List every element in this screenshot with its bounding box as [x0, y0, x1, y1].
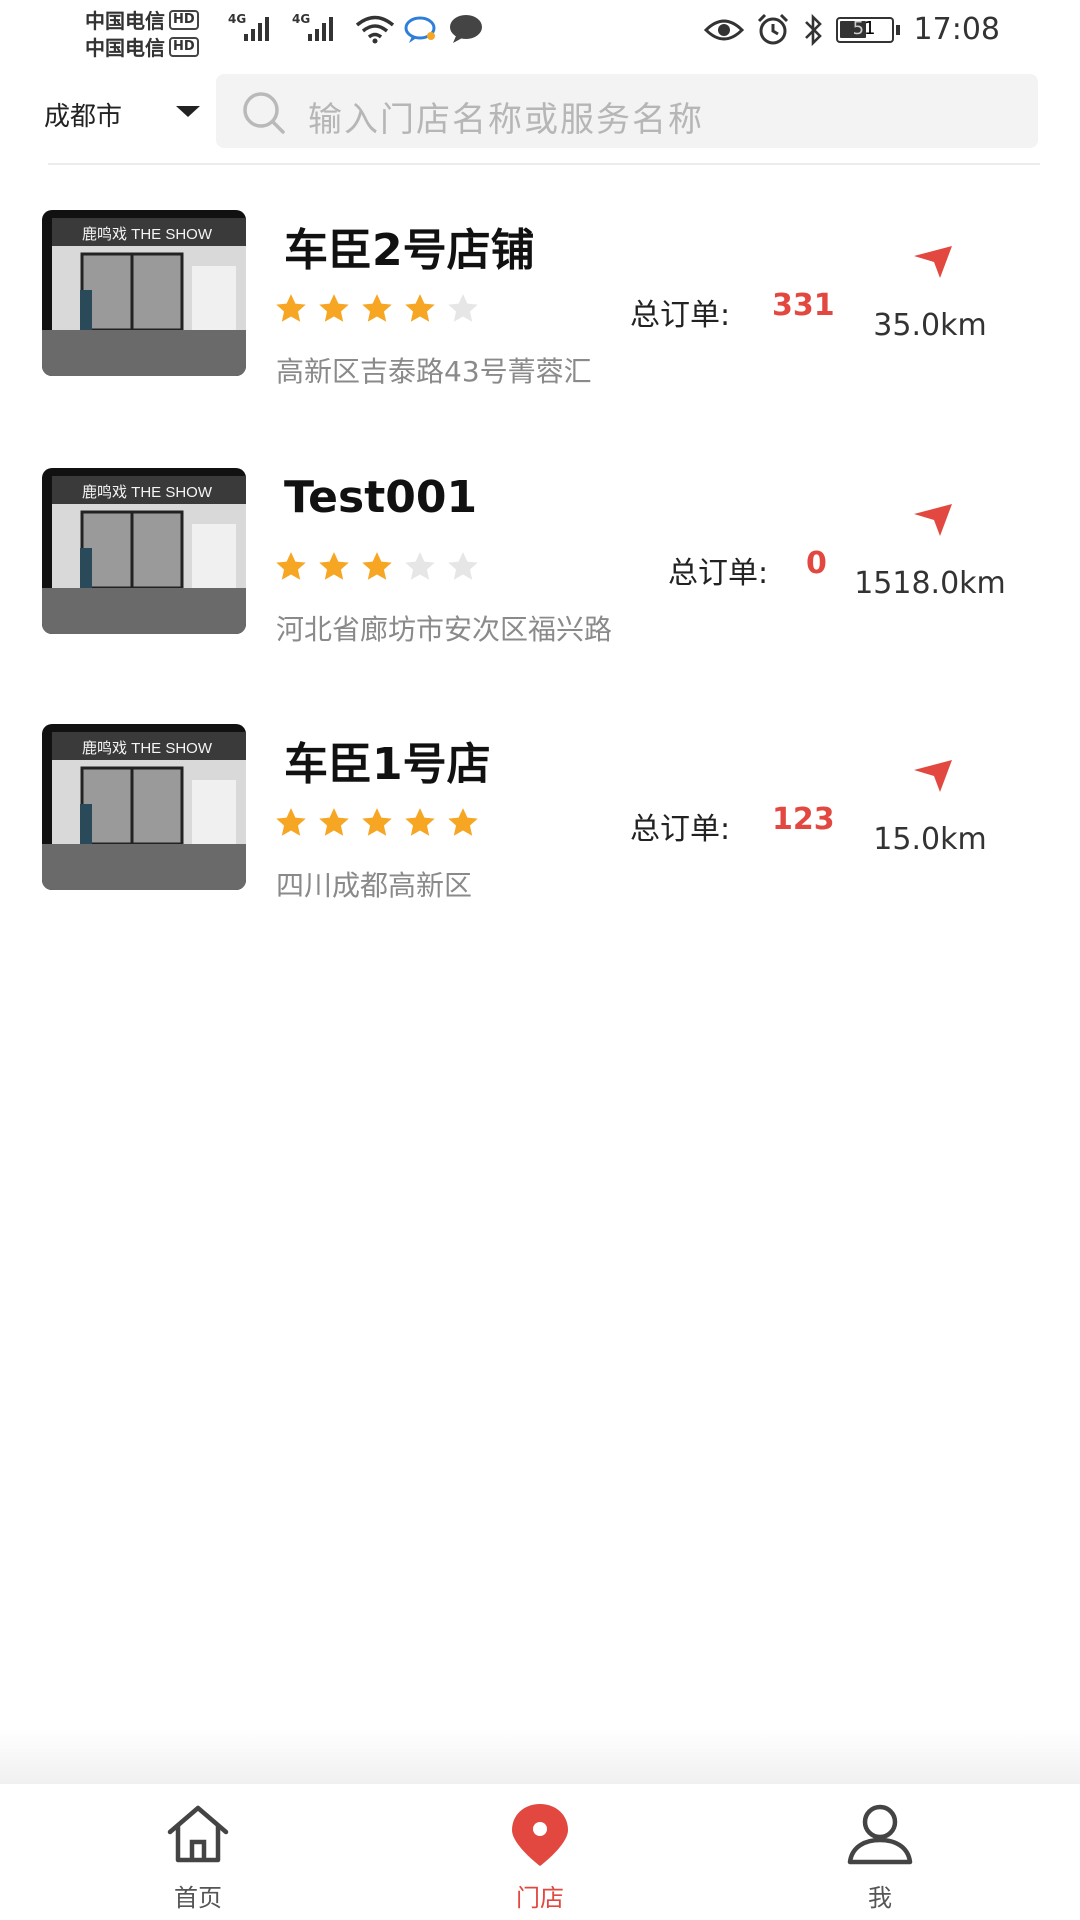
- star-filled-icon: [362, 808, 392, 836]
- store-address: 高新区吉泰路43号菁蓉汇: [276, 355, 592, 388]
- signal-bars-icon: [308, 17, 333, 41]
- tab-label: 我: [868, 1884, 892, 1912]
- search-icon: [243, 92, 285, 134]
- distance: 1518.0km: [854, 566, 1006, 601]
- store-name: 车臣2号店铺: [284, 225, 535, 276]
- star-filled-icon: [276, 552, 306, 580]
- star-rating: [274, 806, 480, 840]
- alarm-icon: [757, 13, 788, 44]
- bottom-tab-bar: 首页 门店 我: [0, 1784, 1080, 1920]
- tab-label: 门店: [516, 1884, 564, 1912]
- star-filled-icon: [448, 808, 478, 836]
- order-label: 总订单:: [630, 298, 731, 333]
- store-list-page: 中国电信 HD 中国电信 HD 4G 4G 51 17:08 成都市 输入门店名…: [0, 0, 1080, 1920]
- navigation-arrow-icon[interactable]: [912, 758, 954, 794]
- thumb-sign: 鹿鸣戏 THE SHOW: [82, 226, 213, 243]
- star-filled-icon: [362, 552, 392, 580]
- hd-badge-1: HD: [169, 9, 199, 30]
- store-thumbnail: 鹿鸣戏 THE SHOW: [42, 468, 246, 634]
- user-icon: [847, 1804, 913, 1865]
- battery-icon: 51: [835, 16, 900, 43]
- store-name: 车臣1号店: [284, 739, 491, 790]
- star-filled-icon: [362, 294, 392, 322]
- star-empty-icon: [405, 552, 435, 580]
- tab-label: 首页: [174, 1884, 222, 1912]
- navigation-arrow-icon[interactable]: [912, 502, 954, 538]
- store-name: Test001: [284, 472, 478, 523]
- thumb-sign: 鹿鸣戏 THE SHOW: [82, 740, 213, 757]
- bluetooth-icon: [804, 13, 822, 46]
- chat-bubble-icon: [404, 16, 436, 43]
- carrier-name-1: 中国电信: [85, 9, 165, 33]
- store-item[interactable]: 鹿鸣戏 THE SHOW 车臣1号店 总订单: 123 15.0km 四川成都高…: [0, 724, 1080, 924]
- distance: 15.0km: [873, 822, 987, 857]
- store-thumbnail: 鹿鸣戏 THE SHOW: [42, 724, 246, 890]
- search-placeholder: 输入门店名称或服务名称: [308, 100, 704, 140]
- status-right-icons: 51 17:08: [703, 12, 1000, 47]
- star-empty-icon: [448, 294, 478, 322]
- star-filled-icon: [405, 808, 435, 836]
- eye-icon: [703, 19, 744, 40]
- store-item[interactable]: 鹿鸣戏 THE SHOW Test001 总订单: 0 1518.0km 河北省…: [0, 468, 1080, 668]
- tab-stores[interactable]: 门店: [440, 1784, 640, 1920]
- star-filled-icon: [319, 552, 349, 580]
- search-input[interactable]: 输入门店名称或服务名称: [216, 74, 1038, 148]
- store-address: 四川成都高新区: [276, 869, 473, 902]
- distance: 35.0km: [873, 308, 987, 343]
- city-label: 成都市: [44, 102, 123, 132]
- store-thumbnail: 鹿鸣戏 THE SHOW: [42, 210, 246, 376]
- star-filled-icon: [405, 294, 435, 322]
- home-icon: [167, 1805, 229, 1863]
- header-divider: [48, 163, 1040, 165]
- navigation-arrow-icon[interactable]: [912, 244, 954, 280]
- caret-down-icon: [176, 106, 200, 117]
- order-label: 总订单:: [630, 812, 731, 847]
- hd-badge-2: HD: [169, 36, 199, 57]
- carrier-name-2: 中国电信: [85, 36, 165, 60]
- store-address: 河北省廊坊市安次区福兴路: [276, 613, 613, 646]
- signal-bars-icon: [244, 17, 269, 41]
- thumb-sign: 鹿鸣戏 THE SHOW: [82, 484, 213, 501]
- star-filled-icon: [276, 294, 306, 322]
- star-filled-icon: [319, 294, 349, 322]
- battery-level: 51: [852, 17, 876, 39]
- carrier-info: 中国电信 HD 中国电信 HD: [85, 6, 230, 60]
- tab-me[interactable]: 我: [780, 1784, 980, 1920]
- location-pin-icon: [512, 1804, 568, 1866]
- tabbar-shadow: [0, 1728, 1080, 1784]
- star-empty-icon: [448, 552, 478, 580]
- star-rating: [274, 550, 480, 584]
- status-bar: 中国电信 HD 中国电信 HD 4G 4G 51 17:08: [0, 0, 1080, 68]
- message-icon: [450, 15, 482, 43]
- star-filled-icon: [276, 808, 306, 836]
- tab-home[interactable]: 首页: [98, 1784, 298, 1920]
- star-rating: [274, 292, 480, 326]
- store-item[interactable]: 鹿鸣戏 THE SHOW 车臣2号店铺 总订单: 331 35.0km 高新区吉…: [0, 210, 1080, 410]
- wifi-icon: [355, 15, 395, 44]
- star-filled-icon: [319, 808, 349, 836]
- order-label: 总订单:: [668, 556, 769, 591]
- clock: 17:08: [913, 12, 1000, 47]
